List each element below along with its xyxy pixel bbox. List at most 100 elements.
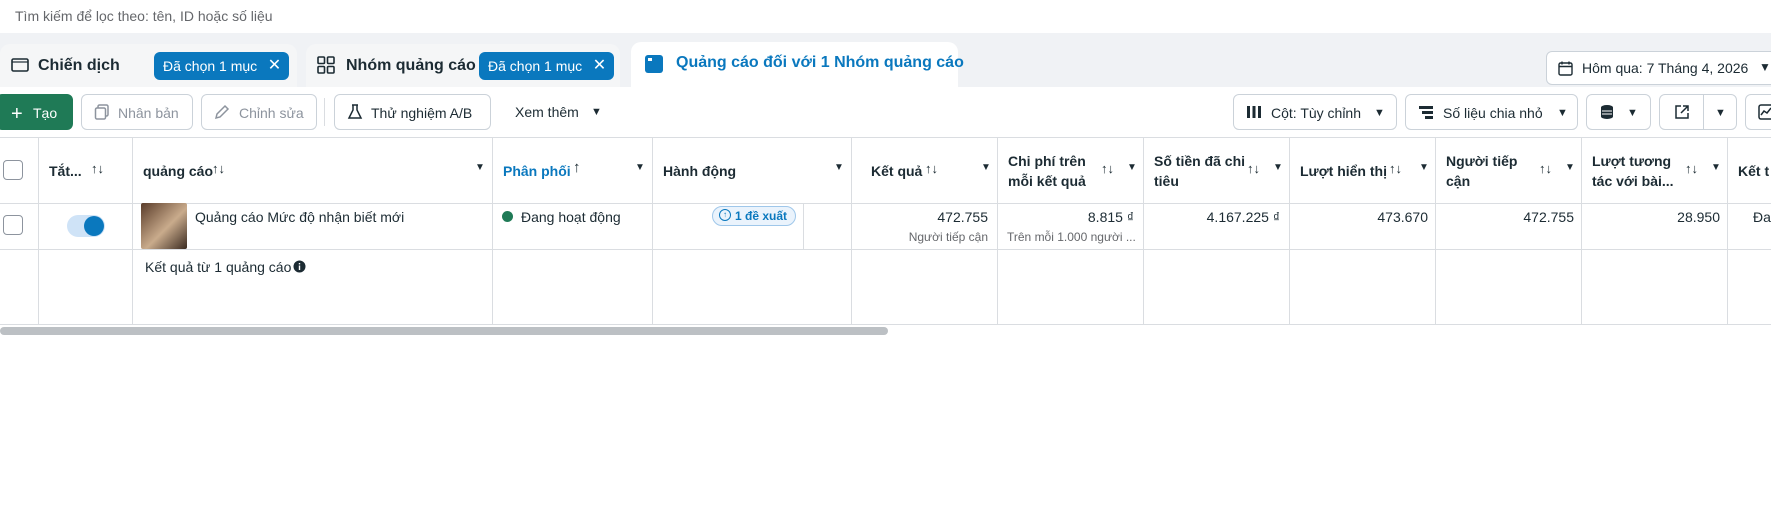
sort-icon[interactable]: ↑↓ — [1685, 161, 1698, 176]
results-subtext: Người tiếp cận — [908, 230, 988, 244]
reports-button[interactable]: ▼ — [1586, 94, 1651, 130]
results-value: 472.755 — [937, 209, 988, 225]
recommendation-label: 1 đề xuất — [735, 209, 788, 223]
row-checkbox[interactable] — [3, 215, 23, 235]
date-range-picker[interactable]: Hôm qua: 7 Tháng 4, 2026 ▼ — [1546, 51, 1771, 85]
plus-icon: + — [11, 103, 23, 125]
create-label: Tạo — [33, 105, 58, 121]
header-delivery[interactable]: Phân phối ↑ ▼ — [492, 137, 652, 203]
chevron-down-icon[interactable]: ▼ — [981, 162, 991, 173]
sort-icon[interactable]: ↑↓ — [1101, 161, 1114, 176]
columns-button[interactable]: Cột: Tùy chỉnh ▼ — [1233, 94, 1397, 130]
sort-icon[interactable]: ↑↓ — [1247, 161, 1260, 176]
ad-icon — [645, 55, 663, 73]
ad-status-toggle[interactable] — [67, 215, 105, 237]
duplicate-icon — [94, 104, 109, 120]
tab-campaigns-label: Chiến dịch — [38, 57, 120, 74]
chevron-down-icon: ▼ — [1374, 107, 1385, 119]
search-placeholder[interactable]: Tìm kiếm để lọc theo: tên, ID hoặc số li… — [15, 8, 273, 24]
header-results[interactable]: Kết quả ↑↓ ▼ — [851, 137, 997, 203]
sort-icon[interactable]: ↑↓ — [925, 161, 938, 176]
header-toggle-label: Tắt... — [49, 163, 82, 179]
columns-icon — [1247, 106, 1261, 118]
chevron-down-icon[interactable]: ▼ — [1273, 162, 1283, 173]
header-amount-spent[interactable]: Số tiền đã chi tiêu ↑↓ ▼ — [1143, 137, 1289, 203]
status-dot — [502, 211, 513, 222]
info-icon[interactable] — [293, 260, 306, 273]
header-last[interactable]: Kết t — [1727, 137, 1771, 203]
header-impressions[interactable]: Lượt hiển thị ↑↓ ▼ — [1289, 137, 1435, 203]
adsets-selected-chip[interactable]: Đã chọn 1 mục ✕ — [479, 52, 615, 80]
summary-label: Kết quả từ 1 quảng cáo — [145, 259, 292, 275]
header-engagement[interactable]: Lượt tương tác với bài... ↑↓ ▼ — [1581, 137, 1727, 203]
horizontal-scrollbar[interactable] — [0, 327, 888, 335]
date-range-label: Hôm qua: 7 Tháng 4, 2026 — [1582, 60, 1749, 76]
chevron-down-icon[interactable]: ▼ — [1565, 162, 1575, 173]
chart-icon — [1758, 104, 1771, 120]
see-more-label: Xem thêm — [515, 104, 579, 120]
header-ad-label: quảng cáo — [143, 163, 214, 179]
amount-spent-value: 4.167.225 ₫ — [1206, 209, 1280, 225]
header-ad-name[interactable]: quảng cáo ↑↓ ▼ — [132, 137, 492, 203]
close-icon[interactable]: ✕ — [593, 52, 606, 80]
ab-test-button[interactable]: Thử nghiệm A/B — [334, 94, 491, 130]
export-dropdown-button[interactable]: ▼ — [1703, 94, 1737, 130]
export-icon — [1675, 105, 1689, 119]
recommendation-badge[interactable]: ↑ 1 đề xuất — [712, 206, 797, 226]
header-reach[interactable]: Người tiếp cận ↑↓ ▼ — [1435, 137, 1581, 203]
export-button[interactable] — [1659, 94, 1704, 130]
tab-campaigns[interactable]: Chiến dịch Đã chọn 1 mục ✕ — [0, 44, 297, 87]
impressions-value: 473.670 — [1377, 209, 1428, 225]
ads-table: Tắt... ↑↓ quảng cáo ↑↓ ▼ Phân phối ↑ ▼ H… — [0, 137, 1771, 325]
ad-thumbnail[interactable] — [141, 203, 187, 249]
cost-per-result-value: 8.815 ₫ — [1087, 209, 1134, 225]
pencil-icon — [214, 104, 230, 120]
chevron-down-icon[interactable]: ▼ — [1127, 162, 1137, 173]
chevron-down-icon[interactable]: ▼ — [1711, 162, 1721, 173]
campaigns-selected-chip[interactable]: Đã chọn 1 mục ✕ — [154, 52, 290, 80]
header-last-label: Kết t — [1738, 163, 1770, 179]
tab-ads[interactable]: Quảng cáo đối với 1 Nhóm quảng cáo — [631, 42, 964, 87]
table-border — [0, 203, 1771, 204]
header-toggle[interactable]: Tắt... ↑↓ — [38, 137, 132, 203]
duplicate-button[interactable]: Nhân bản — [81, 94, 193, 130]
sort-asc-icon[interactable]: ↑ — [573, 159, 581, 176]
select-all-checkbox[interactable] — [3, 160, 23, 180]
edit-button[interactable]: Chỉnh sửa — [201, 94, 317, 130]
toolbar-divider — [324, 98, 325, 126]
edit-label: Chỉnh sửa — [239, 105, 304, 121]
header-cost-per-result[interactable]: Chi phí trên mỗi kết quả ↑↓ ▼ — [997, 137, 1143, 203]
breakdown-button[interactable]: Số liệu chia nhỏ ▼ — [1405, 94, 1578, 130]
delivery-status: Đang hoạt động — [521, 209, 621, 225]
sort-icon[interactable]: ↑↓ — [212, 161, 225, 176]
chevron-down-icon: ▼ — [1557, 107, 1568, 119]
grid-icon — [317, 56, 335, 74]
chevron-down-icon[interactable]: ▼ — [834, 162, 844, 173]
ad-name-link[interactable]: Quảng cáo Mức độ nhận biết mới — [195, 209, 404, 225]
header-results-label: Kết quả — [871, 163, 923, 179]
search-bar[interactable]: Tìm kiếm để lọc theo: tên, ID hoặc số li… — [0, 0, 1771, 33]
breakdown-label: Số liệu chia nhỏ — [1443, 105, 1543, 121]
chevron-down-icon[interactable]: ▼ — [475, 162, 485, 173]
tab-adsets-label: Nhóm quảng cáo — [346, 57, 476, 74]
last-column-value: Đa — [1753, 209, 1771, 225]
sort-icon[interactable]: ↑↓ — [1389, 161, 1402, 176]
breakdown-icon — [1419, 106, 1433, 119]
chevron-down-icon[interactable]: ▼ — [1419, 162, 1429, 173]
sort-icon[interactable]: ↑↓ — [1539, 161, 1552, 176]
chevron-down-icon: ▼ — [1759, 60, 1771, 74]
see-more-button[interactable]: Xem thêm ▼ — [505, 94, 605, 130]
tab-adsets[interactable]: Nhóm quảng cáo Đã chọn 1 mục ✕ — [306, 44, 620, 87]
charts-button[interactable] — [1745, 94, 1771, 130]
chevron-down-icon[interactable]: ▼ — [635, 162, 645, 173]
header-spent-label-2: tiêu — [1154, 173, 1179, 189]
create-button[interactable]: + Tạo — [0, 94, 73, 130]
flask-icon — [347, 104, 363, 119]
sort-icon[interactable]: ↑↓ — [91, 161, 104, 176]
arrow-up-circle-icon: ↑ — [719, 209, 731, 221]
header-reach-label-2: cận — [1446, 173, 1471, 189]
database-icon — [1601, 105, 1613, 119]
close-icon[interactable]: ✕ — [268, 52, 281, 80]
toggle-knob — [84, 216, 104, 236]
header-actions[interactable]: Hành động ▼ — [652, 137, 851, 203]
